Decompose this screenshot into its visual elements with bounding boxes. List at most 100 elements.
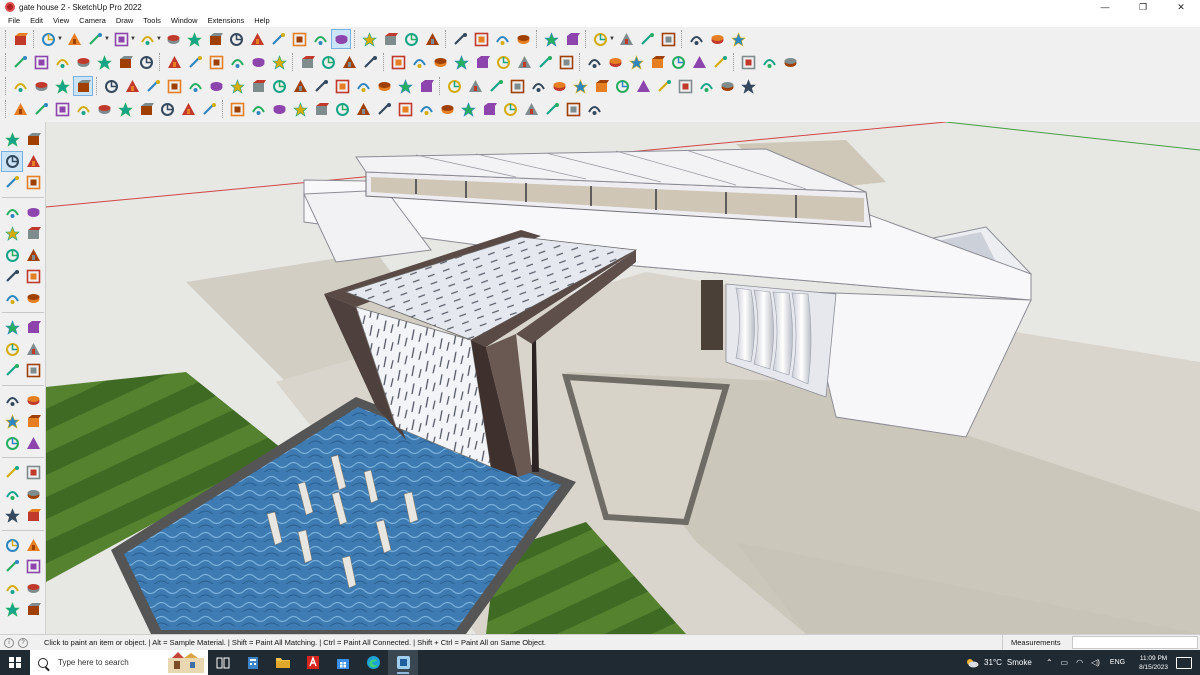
line-icon[interactable] — [2, 203, 22, 223]
pan-icon[interactable] — [23, 463, 43, 483]
edge-icon[interactable] — [358, 650, 388, 675]
minimize-button[interactable]: — — [1086, 0, 1124, 14]
import-icon[interactable] — [585, 100, 603, 118]
line-icon[interactable] — [86, 30, 104, 48]
terrain-icon[interactable] — [23, 579, 43, 599]
match-photo-icon[interactable] — [781, 53, 799, 71]
unlock-icon[interactable] — [417, 77, 435, 95]
3pt-arc-icon[interactable] — [23, 289, 43, 309]
clock[interactable]: 11:09 PM 8/15/2023 — [1139, 654, 1168, 672]
right-view-icon[interactable] — [74, 53, 92, 71]
network-icon[interactable]: ▭ — [1061, 658, 1069, 667]
report-icon[interactable] — [543, 100, 561, 118]
freehand-icon[interactable] — [431, 53, 449, 71]
outer-shell-icon[interactable] — [627, 53, 645, 71]
scale-icon[interactable] — [248, 30, 266, 48]
follow-me-icon[interactable] — [23, 340, 43, 360]
group-icon[interactable] — [102, 77, 120, 95]
rotated-rect-icon[interactable] — [23, 224, 43, 244]
select-icon[interactable] — [2, 130, 22, 150]
intersect-icon[interactable] — [606, 53, 624, 71]
text-icon[interactable] — [23, 412, 43, 432]
trim-icon[interactable] — [690, 53, 708, 71]
scale-icon[interactable] — [2, 361, 22, 381]
position-camera-icon[interactable] — [2, 536, 22, 556]
previous-view-icon[interactable] — [23, 506, 43, 526]
axes-icon[interactable] — [494, 53, 512, 71]
protractor-icon[interactable] — [2, 412, 22, 432]
flip-icon[interactable] — [557, 53, 575, 71]
toolbar-grip[interactable] — [354, 30, 357, 48]
section-plane-icon[interactable] — [591, 30, 609, 48]
restore-button[interactable]: ❐ — [1124, 0, 1162, 14]
grid-icon[interactable] — [333, 77, 351, 95]
rotate-icon[interactable] — [2, 340, 22, 360]
solid-tools-icon[interactable] — [638, 30, 656, 48]
gear-icon[interactable] — [445, 77, 463, 95]
polygon-icon[interactable] — [410, 53, 428, 71]
ruler-icon[interactable] — [354, 77, 372, 95]
chevron-down-icon[interactable]: ▼ — [104, 30, 110, 48]
menu-edit[interactable]: Edit — [25, 14, 48, 27]
menu-tools[interactable]: Tools — [138, 14, 166, 27]
divide-icon[interactable] — [53, 100, 71, 118]
spline-icon[interactable] — [592, 77, 610, 95]
loft-icon[interactable] — [95, 100, 113, 118]
pie-icon[interactable] — [23, 267, 43, 287]
chevron-down-icon[interactable]: ▼ — [609, 30, 615, 48]
zoom-icon[interactable] — [402, 30, 420, 48]
wireframe-icon[interactable] — [186, 53, 204, 71]
polygon-icon[interactable] — [23, 246, 43, 266]
circle-icon[interactable] — [389, 53, 407, 71]
split-icon[interactable] — [711, 53, 729, 71]
stack-icon[interactable] — [459, 100, 477, 118]
shadows-icon[interactable] — [563, 30, 581, 48]
paint-icon[interactable] — [739, 53, 757, 71]
stretch-icon[interactable] — [739, 77, 757, 95]
eraser-icon[interactable] — [65, 30, 83, 48]
select-icon[interactable] — [39, 30, 57, 48]
arc-icon[interactable] — [2, 267, 22, 287]
toolbar-grip[interactable] — [33, 30, 36, 48]
warehouse-icon[interactable] — [2, 600, 22, 620]
tag-icon[interactable] — [23, 173, 43, 193]
tape-measure-icon[interactable] — [290, 30, 308, 48]
menu-window[interactable]: Window — [166, 14, 203, 27]
cube-icon[interactable] — [123, 77, 141, 95]
offset-icon[interactable] — [23, 361, 43, 381]
toolbar-grip[interactable] — [579, 53, 582, 71]
prism-icon[interactable] — [228, 77, 246, 95]
look-around-icon[interactable] — [340, 53, 358, 71]
file-explorer-icon[interactable] — [268, 650, 298, 675]
measurements-field[interactable] — [1072, 636, 1198, 649]
move-icon[interactable] — [2, 318, 22, 338]
sphere-icon[interactable] — [144, 77, 162, 95]
sweep-icon[interactable] — [137, 100, 155, 118]
subtract-icon[interactable] — [669, 53, 687, 71]
union-icon[interactable] — [648, 53, 666, 71]
move-icon[interactable] — [206, 30, 224, 48]
zoom-window-icon[interactable] — [23, 485, 43, 505]
3d-text-icon[interactable] — [23, 434, 43, 454]
zoom-extents-icon[interactable] — [11, 30, 29, 48]
subdivide-icon[interactable] — [291, 100, 309, 118]
orbit-icon[interactable] — [360, 30, 378, 48]
slice-icon[interactable] — [354, 100, 372, 118]
dimension-icon[interactable] — [515, 53, 533, 71]
walk-icon[interactable] — [2, 557, 22, 577]
sandbox-icon[interactable] — [617, 30, 635, 48]
close-button[interactable]: ✕ — [1162, 0, 1200, 14]
position-camera-icon[interactable] — [361, 53, 379, 71]
sandbox-icon[interactable] — [2, 579, 22, 599]
export-icon[interactable] — [564, 100, 582, 118]
look-around-icon[interactable] — [23, 536, 43, 556]
dome-icon[interactable] — [270, 77, 288, 95]
cleanup-icon[interactable] — [501, 100, 519, 118]
volume-icon[interactable]: ◁) — [1091, 658, 1100, 667]
toolbar-grip[interactable] — [681, 30, 684, 48]
weld-icon[interactable] — [11, 100, 29, 118]
styles-icon[interactable] — [514, 30, 532, 48]
toolbar-grip[interactable] — [292, 53, 295, 71]
dimension-icon[interactable] — [23, 391, 43, 411]
pan-icon[interactable] — [381, 30, 399, 48]
